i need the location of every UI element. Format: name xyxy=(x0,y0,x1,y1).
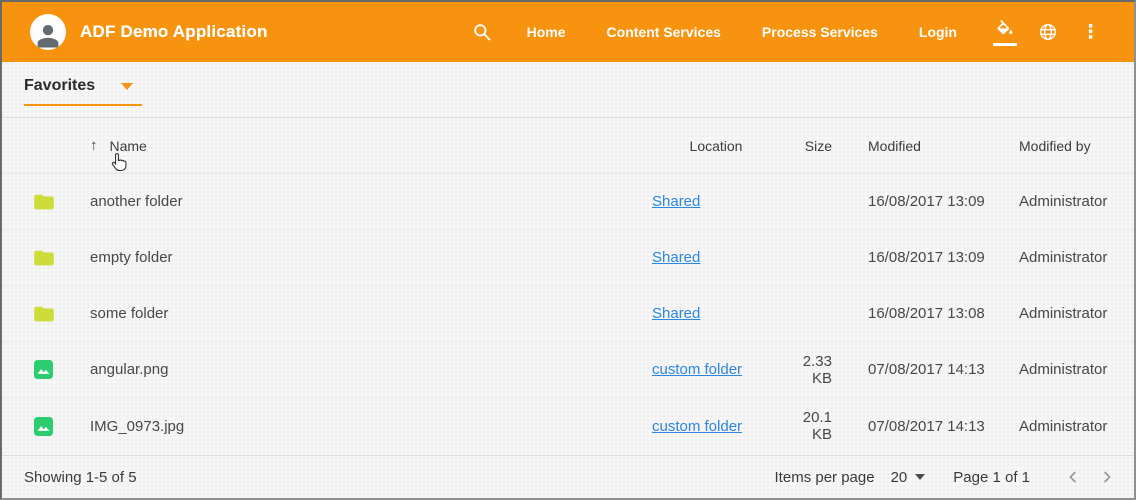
theme-picker-button[interactable] xyxy=(993,19,1017,46)
pagination-controls: Items per page 20 Page 1 of 1 xyxy=(775,464,1120,490)
previous-page-button[interactable] xyxy=(1060,464,1086,490)
table-row[interactable]: some folder Shared 16/08/2017 13:08 Admi… xyxy=(2,286,1134,342)
chevron-down-icon xyxy=(121,83,133,90)
table-row[interactable]: another folder Shared 16/08/2017 13:09 A… xyxy=(2,174,1134,230)
nav-content-services[interactable]: Content Services xyxy=(607,24,721,40)
location-link[interactable]: Shared xyxy=(652,305,700,322)
column-header-modified[interactable]: Modified xyxy=(832,138,1019,154)
nav-home[interactable]: Home xyxy=(527,24,566,40)
file-size: 20.1 KB xyxy=(780,409,832,443)
modified-by: Administrator xyxy=(1019,418,1119,435)
favorites-table: ↑ Name Location Size Modified Modified b… xyxy=(2,118,1134,455)
app-window: ADF Demo Application Home Content Servic… xyxy=(0,0,1136,500)
table-row[interactable]: angular.png custom folder 2.33 KB 07/08/… xyxy=(2,342,1134,398)
paint-bucket-icon xyxy=(994,19,1016,41)
file-name[interactable]: IMG_0973.jpg xyxy=(90,418,652,435)
showing-range-label: Showing 1-5 of 5 xyxy=(24,469,137,486)
file-size: 2.33 KB xyxy=(780,353,832,387)
modified-by: Administrator xyxy=(1019,193,1119,210)
folder-icon xyxy=(34,193,54,211)
column-header-name[interactable]: ↑ Name xyxy=(90,137,652,154)
modified-date: 16/08/2017 13:09 xyxy=(832,193,1019,210)
theme-picker-underline xyxy=(993,43,1017,46)
pagination-bar: Showing 1-5 of 5 Items per page 20 Page … xyxy=(2,455,1134,498)
avatar[interactable] xyxy=(30,14,66,50)
file-name[interactable]: empty folder xyxy=(90,249,652,266)
items-per-page-value: 20 xyxy=(891,469,908,486)
file-name[interactable]: another folder xyxy=(90,193,652,210)
search-icon[interactable] xyxy=(471,21,493,43)
modified-date: 16/08/2017 13:09 xyxy=(832,249,1019,266)
image-file-icon xyxy=(34,360,53,379)
sort-ascending-icon[interactable]: ↑ xyxy=(90,137,98,154)
folder-icon xyxy=(34,249,54,267)
column-header-size[interactable]: Size xyxy=(780,138,832,154)
location-link[interactable]: Shared xyxy=(652,193,700,210)
favorites-dropdown[interactable]: Favorites xyxy=(24,73,142,106)
table-header-row: ↑ Name Location Size Modified Modified b… xyxy=(2,118,1134,174)
header-actions: Home Content Services Process Services L… xyxy=(471,19,1104,46)
favorites-label: Favorites xyxy=(24,77,95,95)
modified-by: Administrator xyxy=(1019,305,1119,322)
items-per-page-label: Items per page xyxy=(775,469,875,486)
kebab-menu-icon[interactable]: ⋮ xyxy=(1077,23,1104,42)
items-per-page-select[interactable]: 20 xyxy=(891,469,926,486)
table-row[interactable]: IMG_0973.jpg custom folder 20.1 KB 07/08… xyxy=(2,398,1134,454)
location-link[interactable]: custom folder xyxy=(652,418,742,435)
modified-by: Administrator xyxy=(1019,249,1119,266)
image-file-icon xyxy=(34,417,53,436)
person-icon xyxy=(33,20,63,50)
language-globe-icon[interactable] xyxy=(1037,21,1059,43)
tab-bar: Favorites xyxy=(2,62,1134,118)
nav-login[interactable]: Login xyxy=(919,24,957,40)
modified-date: 07/08/2017 14:13 xyxy=(832,418,1019,435)
app-header: ADF Demo Application Home Content Servic… xyxy=(2,2,1134,62)
folder-icon xyxy=(34,305,54,323)
chevron-down-icon xyxy=(915,474,925,480)
nav-process-services[interactable]: Process Services xyxy=(762,24,878,40)
chevron-left-icon xyxy=(1064,468,1082,486)
modified-by: Administrator xyxy=(1019,361,1119,378)
column-header-location[interactable]: Location xyxy=(652,138,780,154)
chevron-right-icon xyxy=(1098,468,1116,486)
modified-date: 16/08/2017 13:08 xyxy=(832,305,1019,322)
table-row[interactable]: empty folder Shared 16/08/2017 13:09 Adm… xyxy=(2,230,1134,286)
file-name[interactable]: angular.png xyxy=(90,361,652,378)
next-page-button[interactable] xyxy=(1094,464,1120,490)
column-header-modified-by[interactable]: Modified by xyxy=(1019,138,1118,154)
location-link[interactable]: custom folder xyxy=(652,361,742,378)
app-title: ADF Demo Application xyxy=(80,22,268,42)
location-link[interactable]: Shared xyxy=(652,249,700,266)
modified-date: 07/08/2017 14:13 xyxy=(832,361,1019,378)
page-status-label: Page 1 of 1 xyxy=(953,469,1030,486)
file-name[interactable]: some folder xyxy=(90,305,652,322)
